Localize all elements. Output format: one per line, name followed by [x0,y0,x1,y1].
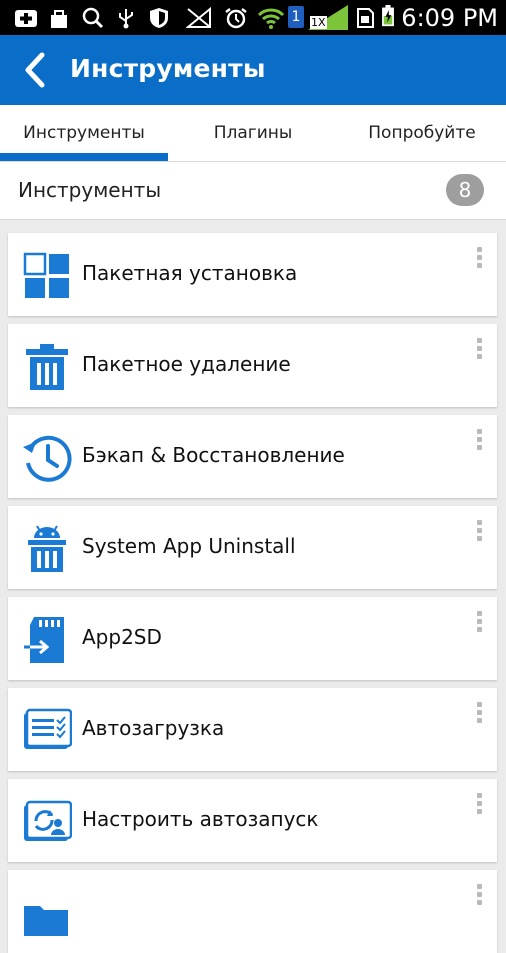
grid-install-icon [23,252,69,298]
overflow-menu-icon[interactable] [475,429,485,455]
search-icon [82,7,104,29]
autostart-list-icon [24,708,72,749]
alarm-icon [225,8,247,29]
tab-try[interactable]: Попробуйте [338,105,506,161]
android-trash-icon [28,525,66,572]
item-label: Настроить автозапуск [82,807,319,831]
list-item-autoload[interactable]: Автозагрузка [8,688,497,771]
status-bar: 1 1X 6:09 PM [0,0,506,35]
item-label: Пакетное удаление [82,352,291,376]
wifi-icon [258,8,284,29]
history-clock-icon [23,435,72,482]
sim-indicator: 1 [288,6,304,28]
item-label: App2SD [82,625,162,649]
list-item-backup-restore[interactable]: Бэкап & Восстановление [8,415,497,498]
tab-plugins[interactable]: Плагины [168,105,338,161]
list-item-batch-uninstall[interactable]: Пакетное удаление [8,324,497,407]
signal-strength-icon: 1X [306,3,350,31]
overflow-menu-icon[interactable] [475,702,485,728]
section-header: Инструменты 8 [0,162,506,220]
overflow-menu-icon[interactable] [475,611,485,637]
item-label: Бэкап & Восстановление [82,443,345,467]
sd-card-icon [24,617,64,663]
folder-icon [24,906,68,936]
back-arrow-icon[interactable] [18,51,52,89]
count-badge: 8 [446,174,484,206]
shopping-bag-icon [51,10,67,28]
autostart-settings-icon [24,800,72,841]
overflow-menu-icon[interactable] [475,520,485,546]
app-bar: Инструменты [0,35,506,105]
list-item-folder[interactable] [8,870,497,953]
usb-icon [119,9,133,29]
list-item-app2sd[interactable]: App2SD [8,597,497,680]
overflow-menu-icon[interactable] [475,884,485,910]
overflow-menu-icon[interactable] [475,338,485,364]
list-item-system-app-uninstall[interactable]: System App Uninstall [8,506,497,589]
speed-label: 1X [310,16,327,29]
item-label: System App Uninstall [82,534,296,558]
no-signal-icon [186,7,211,28]
overflow-menu-icon[interactable] [475,793,485,819]
add-notification-icon [15,10,37,27]
item-label: Пакетная установка [82,261,298,285]
section-title: Инструменты [18,178,162,202]
list-item-batch-install[interactable]: Пакетная установка [8,233,497,316]
overflow-menu-icon[interactable] [475,247,485,273]
battery-icon [382,5,394,27]
status-time: 6:09 PM [401,4,498,32]
list-item-configure-autostart[interactable]: Настроить автозапуск [8,779,497,862]
shield-icon [150,8,168,28]
page-title: Инструменты [70,54,266,83]
trash-icon [26,344,68,390]
sd-card-status-icon [357,8,374,28]
item-label: Автозагрузка [82,716,225,740]
active-tab-indicator [0,153,168,161]
